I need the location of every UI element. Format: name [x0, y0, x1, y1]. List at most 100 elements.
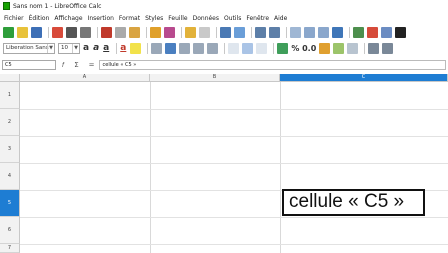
menu-aide[interactable]: Aide: [274, 15, 287, 22]
delete-decimal-icon[interactable]: [347, 42, 359, 54]
clear-formatting-icon[interactable]: [164, 26, 175, 38]
cut-icon[interactable]: [101, 26, 112, 38]
sort-ascending-icon[interactable]: [318, 26, 329, 38]
row-header-3[interactable]: 3: [0, 136, 20, 163]
formula-icon[interactable]: =: [89, 61, 95, 69]
font-size-box[interactable]: 10 ▼: [58, 42, 80, 54]
font-name-box[interactable]: Liberation Sans ▼: [3, 42, 55, 54]
spelling-icon[interactable]: [234, 26, 245, 38]
border-style-icon[interactable]: [382, 42, 394, 54]
gridline: [150, 82, 151, 253]
borders-icon[interactable]: [368, 42, 380, 54]
menu-fenetre[interactable]: Fenêtre: [246, 15, 269, 22]
row-header-7[interactable]: 7: [0, 244, 20, 253]
gridline: [20, 163, 448, 164]
toolbar-separator: [147, 42, 149, 54]
toolbar-separator: [273, 42, 275, 54]
column-header-a[interactable]: A: [20, 74, 150, 82]
underline-icon[interactable]: a: [103, 43, 109, 53]
new-document-icon[interactable]: [3, 26, 14, 38]
undo-icon[interactable]: [185, 26, 196, 38]
menu-donnees[interactable]: Données: [193, 15, 219, 22]
toolbar-separator: [48, 26, 49, 38]
gridline: [20, 136, 448, 137]
calc-app-icon: [3, 2, 10, 10]
sort-icon[interactable]: [304, 26, 315, 38]
export-pdf-icon[interactable]: [52, 26, 63, 38]
insert-chart-icon[interactable]: [367, 26, 378, 38]
highlight-color-icon[interactable]: [130, 42, 142, 54]
column-header-c[interactable]: C: [280, 74, 448, 82]
formula-input[interactable]: cellule « C5 »: [98, 60, 446, 70]
clone-formatting-icon[interactable]: [150, 26, 161, 38]
column-header-b[interactable]: B: [150, 74, 280, 82]
menu-format[interactable]: Format: [119, 15, 140, 22]
merge-cells-icon[interactable]: [207, 42, 219, 54]
add-decimal-icon[interactable]: [333, 42, 345, 54]
redo-icon[interactable]: [199, 26, 210, 38]
toolbar-separator: [251, 26, 252, 38]
wrap-text-icon[interactable]: [193, 42, 205, 54]
paste-icon[interactable]: [129, 26, 140, 38]
toolbar-separator: [216, 26, 217, 38]
number-format-label[interactable]: % 0.0: [291, 44, 316, 53]
row-header-4[interactable]: 4: [0, 163, 20, 190]
row-header-2[interactable]: 2: [0, 109, 20, 136]
menu-outils[interactable]: Outils: [224, 15, 241, 22]
row-icon[interactable]: [255, 26, 266, 38]
link-icon[interactable]: [290, 26, 301, 38]
currency-format-icon[interactable]: [277, 42, 289, 54]
menu-styles[interactable]: Styles: [145, 15, 163, 22]
toolbar-separator: [146, 26, 147, 38]
active-cell-c5[interactable]: cellule « C5 »: [282, 189, 425, 216]
print-icon[interactable]: [66, 26, 77, 38]
insert-image-icon[interactable]: [353, 26, 364, 38]
formula-bar: C5 𝑓 Σ = cellule « C5 »: [0, 59, 448, 71]
column-icon[interactable]: [269, 26, 280, 38]
copy-icon[interactable]: [115, 26, 126, 38]
menu-bar: Fichier Édition Affichage Insertion Form…: [0, 13, 448, 24]
title-bar: Sans nom 1 - LibreOffice Calc: [0, 0, 448, 12]
function-wizard-icon[interactable]: 𝑓: [62, 61, 64, 70]
row-header-6[interactable]: 6: [0, 217, 20, 244]
find-replace-icon[interactable]: [220, 26, 231, 38]
autofilter-icon[interactable]: [332, 26, 343, 38]
toolbar-separator: [116, 42, 118, 54]
toolbar-separator: [286, 26, 287, 38]
align-left-icon[interactable]: [151, 42, 163, 54]
formatting-toolbar: Liberation Sans ▼ 10 ▼ a a a a % 0.0: [0, 40, 448, 56]
print-preview-icon[interactable]: [80, 26, 91, 38]
name-box[interactable]: C5: [2, 60, 56, 70]
menu-affichage[interactable]: Affichage: [54, 15, 82, 22]
toolbar-separator: [181, 26, 182, 38]
toolbar-separator: [349, 26, 350, 38]
row-header-1[interactable]: 1: [0, 82, 20, 109]
select-all-corner[interactable]: [0, 74, 20, 82]
date-format-icon[interactable]: [319, 42, 331, 54]
align-right-icon[interactable]: [179, 42, 191, 54]
align-bottom-icon[interactable]: [256, 42, 268, 54]
special-character-icon[interactable]: [395, 26, 406, 38]
gridline: [20, 109, 448, 110]
font-color-icon[interactable]: a: [120, 43, 126, 53]
menu-fichier[interactable]: Fichier: [4, 15, 24, 22]
toolbar-separator: [97, 26, 98, 38]
spreadsheet-grid[interactable]: A B C 1 2 3 4 5 6 7: [0, 74, 448, 253]
chevron-down-icon[interactable]: ▼: [72, 43, 79, 53]
sum-icon[interactable]: Σ: [74, 61, 78, 69]
pivot-table-icon[interactable]: [381, 26, 392, 38]
gridline: [20, 217, 448, 218]
menu-edition[interactable]: Édition: [29, 15, 50, 22]
chevron-down-icon[interactable]: ▼: [47, 43, 54, 53]
bold-icon[interactable]: a: [83, 43, 89, 53]
open-folder-icon[interactable]: [17, 26, 28, 38]
gridline: [280, 82, 281, 253]
align-top-icon[interactable]: [228, 42, 240, 54]
row-header-5[interactable]: 5: [0, 190, 20, 217]
italic-icon[interactable]: a: [93, 43, 99, 53]
menu-insertion[interactable]: Insertion: [88, 15, 114, 22]
menu-feuille[interactable]: Feuille: [168, 15, 187, 22]
save-icon[interactable]: [31, 26, 42, 38]
center-vertically-icon[interactable]: [242, 42, 254, 54]
align-center-icon[interactable]: [165, 42, 177, 54]
